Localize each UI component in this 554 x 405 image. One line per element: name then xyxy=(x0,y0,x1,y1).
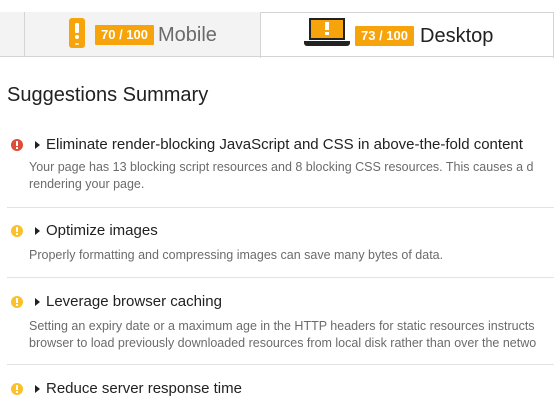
tab-mobile[interactable]: 70 / 100 Mobile xyxy=(25,12,261,56)
suggestion-description-line: Setting an expiry date or a maximum age … xyxy=(29,319,535,333)
exclamation-circle-icon xyxy=(11,296,23,308)
suggestion-divider xyxy=(7,364,554,365)
suggestion-divider xyxy=(7,277,554,278)
suggestion-title[interactable]: Leverage browser caching xyxy=(46,293,222,311)
suggestion-title[interactable]: Eliminate render-blocking JavaScript and… xyxy=(46,136,523,154)
suggestion-description-line: browser to load previously downloaded re… xyxy=(29,336,537,350)
tab-bar-divider xyxy=(0,56,554,57)
desktop-score-badge: 73 / 100 xyxy=(355,26,414,46)
suggestion-title[interactable]: Optimize images xyxy=(46,222,158,240)
tab-bar-edge xyxy=(0,12,25,56)
tab-desktop[interactable]: 73 / 100 Desktop xyxy=(260,12,554,58)
mobile-score-badge: 70 / 100 xyxy=(95,25,154,45)
suggestion-description-line: Properly formatting and compressing imag… xyxy=(29,248,444,262)
suggestion-description-line: rendering your page. xyxy=(29,177,145,191)
suggestions-summary-heading: Suggestions Summary xyxy=(7,84,209,106)
tab-mobile-label: Mobile xyxy=(158,24,217,46)
expand-caret-icon[interactable] xyxy=(35,227,40,235)
exclamation-circle-icon xyxy=(11,383,23,395)
suggestion-title[interactable]: Reduce server response time xyxy=(46,380,242,398)
desktop-laptop-icon xyxy=(304,18,350,48)
suggestion-description-line: Your page has 13 blocking script resourc… xyxy=(29,160,534,174)
suggestion-divider xyxy=(7,207,554,208)
exclamation-circle-icon xyxy=(11,139,23,151)
mobile-phone-icon xyxy=(69,18,85,48)
expand-caret-icon[interactable] xyxy=(35,298,40,306)
expand-caret-icon[interactable] xyxy=(35,385,40,393)
tab-desktop-label: Desktop xyxy=(420,25,494,47)
device-tab-bar: 70 / 100 Mobile 73 / 100 Desktop xyxy=(0,0,554,58)
exclamation-circle-icon xyxy=(11,225,23,237)
expand-caret-icon[interactable] xyxy=(35,141,40,149)
